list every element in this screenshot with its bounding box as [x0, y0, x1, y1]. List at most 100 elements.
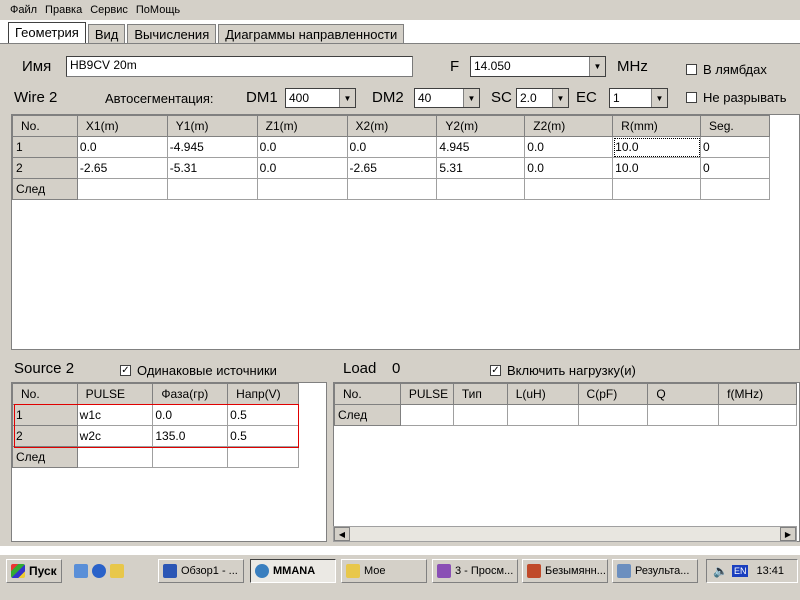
speaker-icon[interactable]: 🔈 — [713, 564, 728, 578]
next-row-label[interactable]: След — [12, 178, 78, 200]
tab-geometry[interactable]: Геометрия — [8, 22, 86, 44]
table-cell[interactable] — [152, 446, 229, 468]
col-pulse[interactable]: PULSE — [399, 383, 454, 405]
start-button[interactable]: Пуск — [6, 559, 62, 583]
col-pulse[interactable]: PULSE — [76, 383, 154, 405]
table-cell[interactable] — [76, 178, 168, 200]
taskbar-item[interactable]: 3 - Просм... — [432, 559, 518, 583]
browser-icon[interactable] — [92, 564, 106, 578]
dm2-select[interactable]: 40 ▼ — [414, 88, 480, 108]
dropdown-arrow-icon[interactable]: ▼ — [552, 89, 568, 107]
col-y2[interactable]: Y2(m) — [436, 115, 526, 137]
taskbar-item[interactable]: Мое — [341, 559, 427, 583]
table-cell[interactable] — [436, 178, 526, 200]
row-number[interactable]: 2 — [12, 157, 78, 179]
ec-select[interactable]: 1 ▼ — [609, 88, 668, 108]
col-type[interactable]: Тип — [452, 383, 508, 405]
taskbar-item-active[interactable]: MMANA — [250, 559, 336, 583]
row-number[interactable]: 1 — [12, 136, 78, 158]
table-cell[interactable] — [166, 178, 258, 200]
next-row-label[interactable]: След — [334, 404, 401, 426]
col-q[interactable]: Q — [647, 383, 720, 405]
table-cell[interactable]: 0.0 — [256, 136, 348, 158]
language-indicator[interactable]: EN — [731, 565, 749, 577]
table-cell[interactable] — [647, 404, 720, 426]
table-cell[interactable] — [612, 178, 702, 200]
table-cell[interactable]: -5.31 — [166, 157, 258, 179]
table-cell[interactable] — [524, 178, 614, 200]
table-cell[interactable] — [718, 404, 797, 426]
col-seg[interactable]: Seg. — [700, 115, 770, 137]
col-x1[interactable]: X1(m) — [76, 115, 168, 137]
menu-service[interactable]: Сервис — [90, 4, 128, 16]
same-sources-checkbox[interactable]: ✓ Одинаковые источники — [120, 363, 277, 378]
taskbar-item[interactable]: Результа... — [612, 559, 698, 583]
table-cell[interactable]: -2.65 — [346, 157, 438, 179]
table-cell[interactable]: -4.945 — [166, 136, 258, 158]
scroll-left-icon[interactable]: ◀ — [334, 527, 350, 541]
col-y1[interactable]: Y1(m) — [166, 115, 258, 137]
freq-select[interactable]: 14.050 ▼ — [470, 56, 606, 77]
col-voltage[interactable]: Напр(V) — [227, 383, 299, 405]
table-cell[interactable]: 0.0 — [256, 157, 348, 179]
table-cell[interactable]: 0.0 — [76, 136, 168, 158]
col-z2[interactable]: Z2(m) — [524, 115, 614, 137]
dm1-select[interactable]: 400 ▼ — [285, 88, 356, 108]
sc-select[interactable]: 2.0 ▼ — [516, 88, 569, 108]
scroll-right-icon[interactable]: ▶ — [780, 527, 796, 541]
table-cell[interactable] — [700, 178, 770, 200]
col-r[interactable]: R(mm) — [612, 115, 702, 137]
table-cell[interactable]: 0.0 — [524, 157, 614, 179]
col-no[interactable]: No. — [12, 115, 78, 137]
col-x2[interactable]: X2(m) — [346, 115, 438, 137]
tab-view[interactable]: Вид — [87, 24, 126, 44]
source-grid-area[interactable]: No. PULSE Фаза(гр) Напр(V) 1 w1c 0.0 0.5… — [11, 382, 327, 542]
table-cell[interactable]: 0 — [700, 157, 770, 179]
folder-icon[interactable] — [110, 564, 124, 578]
load-scrollbar[interactable]: ◀ ▶ — [333, 526, 797, 542]
table-cell[interactable]: 4.945 — [436, 136, 526, 158]
no-break-checkbox[interactable]: Не разрывать — [686, 90, 787, 105]
menu-file[interactable]: Файл — [10, 4, 37, 16]
col-no[interactable]: No. — [12, 383, 78, 405]
col-freq[interactable]: f(MHz) — [718, 383, 797, 405]
table-cell[interactable]: 10.0 — [612, 157, 702, 179]
table-cell[interactable]: 10.0 — [612, 136, 702, 158]
col-inductance[interactable]: L(uH) — [506, 383, 579, 405]
dropdown-arrow-icon[interactable]: ▼ — [339, 89, 355, 107]
dropdown-arrow-icon[interactable]: ▼ — [651, 89, 667, 107]
table-cell[interactable]: -2.65 — [76, 157, 168, 179]
taskbar-item[interactable]: Обзор1 - ... — [158, 559, 244, 583]
table-cell[interactable] — [227, 446, 299, 468]
autoseg-label: Автосегментация: — [105, 91, 214, 106]
col-capacitance[interactable]: C(pF) — [577, 383, 649, 405]
in-lambdas-checkbox[interactable]: В лямбдах — [686, 62, 767, 77]
table-cell[interactable] — [76, 446, 154, 468]
dropdown-arrow-icon[interactable]: ▼ — [589, 57, 605, 76]
table-cell[interactable]: 0 — [700, 136, 770, 158]
table-cell[interactable] — [506, 404, 579, 426]
table-cell[interactable] — [346, 178, 438, 200]
enable-load-checkbox[interactable]: ✓ Включить нагрузку(и) — [490, 363, 636, 378]
col-no[interactable]: No. — [334, 383, 401, 405]
col-phase[interactable]: Фаза(гр) — [152, 383, 229, 405]
tab-calculations[interactable]: Вычисления — [127, 24, 217, 44]
menu-edit[interactable]: Правка — [45, 4, 82, 16]
menu-help[interactable]: ПоМощь — [136, 4, 180, 16]
table-cell[interactable] — [256, 178, 348, 200]
next-row-label[interactable]: След — [12, 446, 78, 468]
table-cell[interactable] — [577, 404, 649, 426]
dropdown-arrow-icon[interactable]: ▼ — [463, 89, 479, 107]
col-z1[interactable]: Z1(m) — [256, 115, 348, 137]
table-cell[interactable]: 0.0 — [346, 136, 438, 158]
load-grid-area[interactable]: No. PULSE Тип L(uH) C(pF) Q f(MHz) След — [333, 382, 800, 542]
table-cell[interactable] — [399, 404, 454, 426]
name-field[interactable]: HB9CV 20m — [66, 56, 413, 77]
desktop-icon[interactable] — [74, 564, 88, 578]
table-cell[interactable] — [452, 404, 508, 426]
tab-patterns[interactable]: Диаграммы направленности — [218, 24, 405, 44]
taskbar-item[interactable]: Безымянн... — [522, 559, 608, 583]
wire-grid-area[interactable]: No. X1(m) Y1(m) Z1(m) X2(m) Y2(m) Z2(m) … — [11, 114, 800, 350]
table-cell[interactable]: 5.31 — [436, 157, 526, 179]
table-cell[interactable]: 0.0 — [524, 136, 614, 158]
